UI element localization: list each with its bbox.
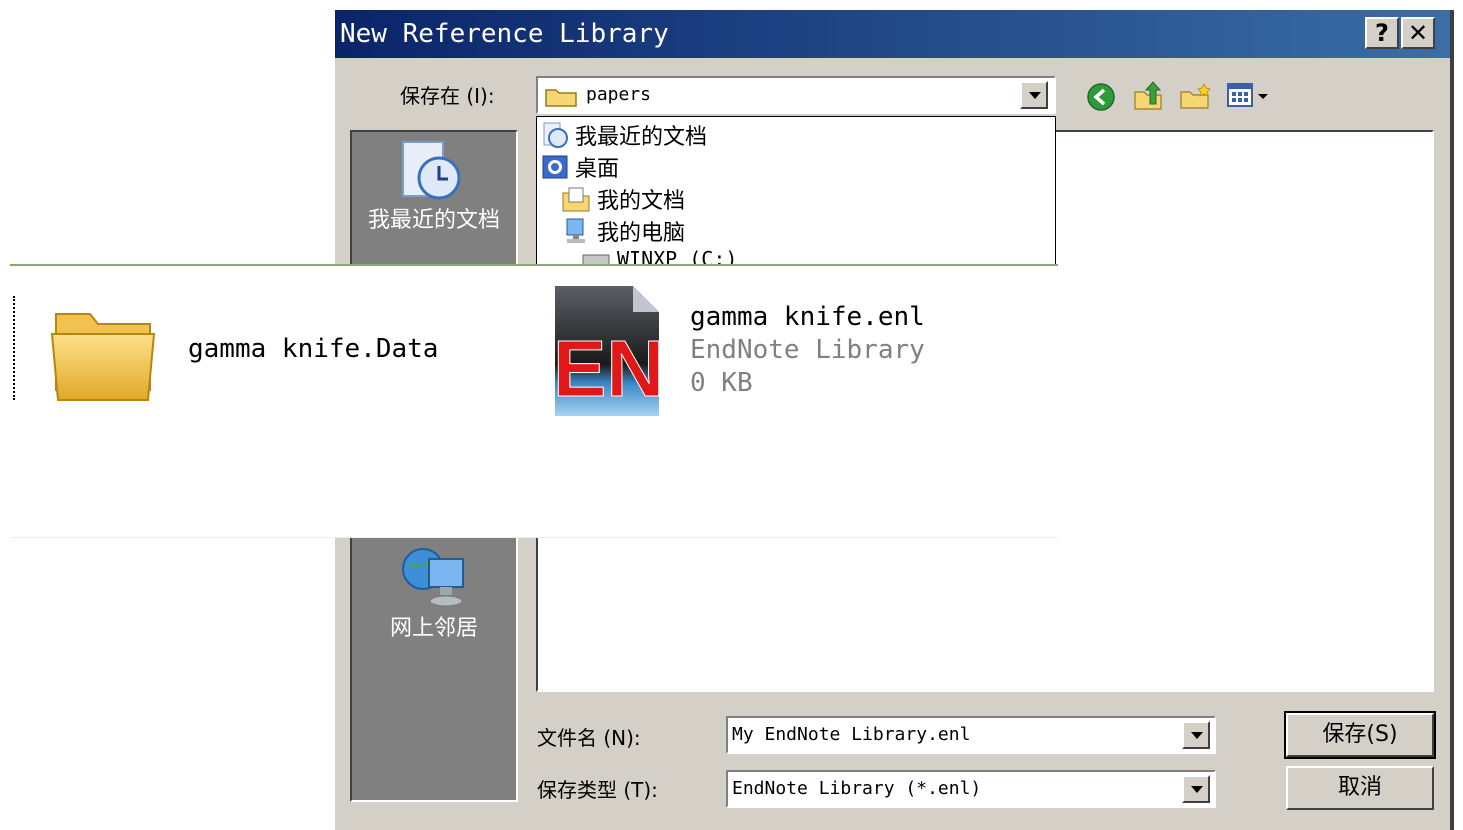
- help-button[interactable]: ?: [1365, 17, 1399, 49]
- new-folder-icon[interactable]: [1178, 80, 1212, 112]
- filetype-label: 保存类型 (T):: [537, 778, 658, 802]
- my-documents-icon: [562, 187, 590, 212]
- places-network[interactable]: [395, 545, 471, 611]
- dialog-title: New Reference Library: [340, 19, 669, 49]
- dropdown-item-label: 桌面: [575, 157, 620, 182]
- places-recent-documents[interactable]: [395, 138, 471, 208]
- view-menu-icon[interactable]: [1226, 82, 1272, 110]
- file-item-enl[interactable]: EN: [545, 284, 675, 418]
- cancel-button[interactable]: 取消: [1286, 766, 1434, 810]
- close-button[interactable]: ✕: [1401, 17, 1435, 49]
- up-folder-icon[interactable]: [1132, 80, 1164, 112]
- filetype-select[interactable]: EndNote Library (*.enl): [726, 770, 1216, 808]
- recent-documents-icon: [543, 122, 568, 148]
- endnote-logo-text: EN: [553, 324, 664, 413]
- save-button[interactable]: 保存(S): [1284, 711, 1436, 759]
- savein-label: 保存在 (I):: [400, 84, 495, 108]
- dropdown-item-recent[interactable]: 我最近的文档: [541, 119, 707, 151]
- savein-dropdown-list[interactable]: 我最近的文档 桌面 我的文档 我的电脑 WINXP (C:): [536, 116, 1056, 266]
- my-computer-icon: [566, 218, 585, 243]
- filename-label: 文件名 (N):: [537, 726, 641, 750]
- recent-documents-icon: [402, 141, 461, 200]
- file-type: EndNote Library: [690, 335, 925, 365]
- places-label: 我最近的文档: [367, 208, 500, 233]
- folder-icon: [545, 89, 577, 107]
- overlay-divider: [10, 537, 1058, 538]
- folder-icon: [50, 313, 156, 401]
- endnote-library-icon: EN: [553, 286, 665, 416]
- savein-value: papers: [586, 84, 652, 105]
- dropdown-item-label: 我的文档: [597, 189, 686, 214]
- filename-input[interactable]: My EndNote Library.enl: [726, 716, 1216, 754]
- file-size: 0 KB: [690, 368, 753, 398]
- dropdown-item-my-computer[interactable]: 我的电脑: [561, 215, 685, 247]
- filetype-dropdown-button[interactable]: [1182, 775, 1210, 803]
- dropdown-item-my-documents[interactable]: 我的文档: [561, 183, 685, 215]
- focus-marker: [13, 296, 17, 400]
- dropdown-item-label: 我的电脑: [597, 221, 686, 246]
- savein-dropdown-button[interactable]: [1020, 81, 1048, 109]
- desktop-icon: [542, 155, 568, 179]
- places-label: 网上邻居: [389, 616, 478, 641]
- dropdown-item-label: 我最近的文档: [575, 125, 708, 150]
- file-name: gamma knife.Data: [188, 334, 439, 364]
- back-icon[interactable]: [1086, 82, 1116, 112]
- filename-dropdown-button[interactable]: [1182, 721, 1210, 749]
- network-places-icon: [402, 548, 464, 607]
- dropdown-item-desktop[interactable]: 桌面: [541, 151, 619, 183]
- file-name: gamma knife.enl: [690, 302, 925, 332]
